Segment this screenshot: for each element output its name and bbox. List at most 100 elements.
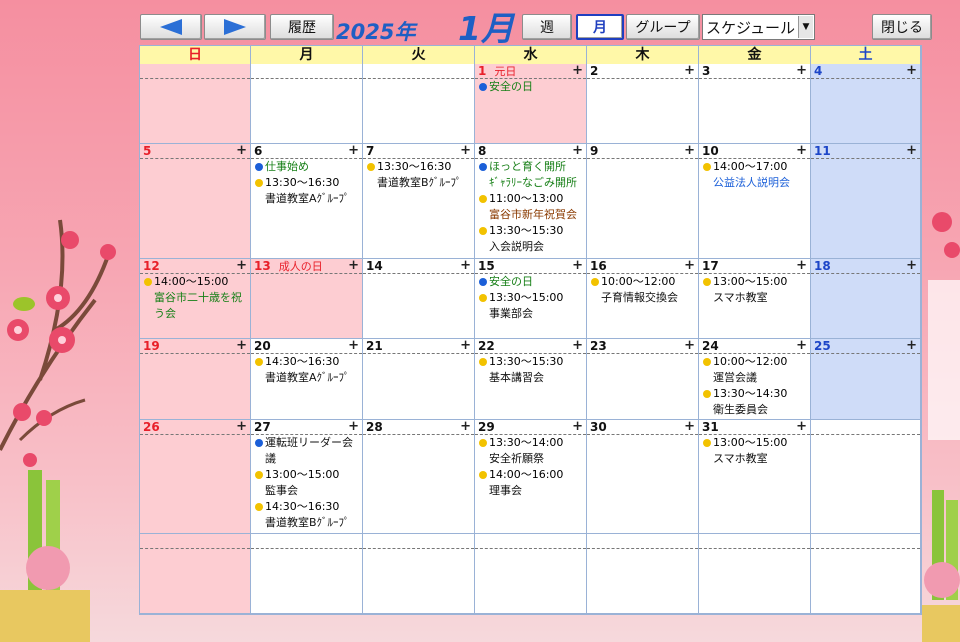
add-event-icon[interactable]: + xyxy=(796,420,807,434)
day-cell[interactable]: 28 + xyxy=(363,420,475,534)
event-title[interactable]: スマホ教室 xyxy=(699,290,810,306)
add-event-icon[interactable]: + xyxy=(796,144,807,158)
schedule-event[interactable]: 安全の日 xyxy=(475,79,586,95)
event-title[interactable]: 運営会議 xyxy=(699,370,810,386)
week-view-button[interactable]: 週 xyxy=(522,14,572,40)
add-event-icon[interactable]: + xyxy=(572,64,583,78)
day-cell[interactable]: 17 +13:00～15:00 スマホ教室 xyxy=(699,259,811,339)
day-cell[interactable]: 5 + xyxy=(140,144,251,259)
day-cell[interactable]: 29 +13:30～14:00 安全祈願祭 14:00～16:00 理事会 xyxy=(475,420,587,534)
schedule-event[interactable]: 運転班リーダー会議 xyxy=(251,435,362,467)
day-cell[interactable] xyxy=(475,534,587,614)
schedule-event[interactable]: 13:30～15:30 xyxy=(475,223,586,239)
day-cell[interactable] xyxy=(140,64,251,144)
schedule-event[interactable]: ｷﾞｬﾗﾘｰなごみ開所 xyxy=(475,175,586,191)
add-event-icon[interactable]: + xyxy=(906,339,917,353)
add-event-icon[interactable]: + xyxy=(906,64,917,78)
day-cell[interactable]: 24 +10:00～12:00 運営会議 13:30～14:30 衛生委員会 xyxy=(699,339,811,420)
add-event-icon[interactable]: + xyxy=(460,144,471,158)
event-title[interactable]: 衛生委員会 xyxy=(699,402,810,418)
day-cell[interactable] xyxy=(811,534,921,614)
schedule-event[interactable]: 14:30～16:30 xyxy=(251,354,362,370)
add-event-icon[interactable]: + xyxy=(572,259,583,273)
add-event-icon[interactable]: + xyxy=(684,144,695,158)
add-event-icon[interactable]: + xyxy=(348,144,359,158)
add-event-icon[interactable]: + xyxy=(572,339,583,353)
add-event-icon[interactable]: + xyxy=(796,339,807,353)
schedule-event[interactable]: 13:30～15:00 xyxy=(475,290,586,306)
event-title[interactable]: 書道教室Bｸﾞﾙｰﾌﾟ xyxy=(363,175,474,191)
day-cell[interactable]: 30 + xyxy=(587,420,699,534)
prev-month-button[interactable] xyxy=(140,14,202,40)
event-title[interactable]: 安全祈願祭 xyxy=(475,451,586,467)
schedule-event[interactable]: 13:00～15:00 xyxy=(699,435,810,451)
day-cell[interactable]: 11 + xyxy=(811,144,921,259)
schedule-event[interactable]: 13:00～15:00 xyxy=(699,274,810,290)
add-event-icon[interactable]: + xyxy=(684,420,695,434)
schedule-event[interactable]: 10:00～12:00 xyxy=(699,354,810,370)
add-event-icon[interactable]: + xyxy=(348,259,359,273)
day-cell[interactable]: 19 + xyxy=(140,339,251,420)
schedule-event[interactable]: 13:30～16:30 xyxy=(363,159,474,175)
add-event-icon[interactable]: + xyxy=(796,259,807,273)
add-event-icon[interactable]: + xyxy=(684,339,695,353)
day-cell[interactable]: 1 元日 + 安全の日 xyxy=(475,64,587,144)
day-cell[interactable] xyxy=(587,534,699,614)
event-title[interactable]: 監事会 xyxy=(251,483,362,499)
schedule-event[interactable]: 10:00～12:00 xyxy=(587,274,698,290)
day-cell[interactable]: 23 + xyxy=(587,339,699,420)
close-button[interactable]: 閉じる xyxy=(872,14,932,40)
schedule-event[interactable]: 11:00～13:00 xyxy=(475,191,586,207)
day-cell[interactable]: 2 + xyxy=(587,64,699,144)
schedule-event[interactable]: 13:30～15:30 xyxy=(475,354,586,370)
day-cell[interactable]: 12 +14:00～15:00 富谷市二十歳を祝う会 xyxy=(140,259,251,339)
history-button[interactable]: 履歴 xyxy=(270,14,334,40)
schedule-event[interactable]: 安全の日 xyxy=(475,274,586,290)
schedule-event[interactable]: ほっと育く開所 xyxy=(475,159,586,175)
day-cell[interactable] xyxy=(699,534,811,614)
event-title[interactable]: 事業部会 xyxy=(475,306,586,322)
add-event-icon[interactable]: + xyxy=(236,259,247,273)
event-title[interactable]: 公益法人説明会 xyxy=(699,175,810,191)
day-cell[interactable]: 25 + xyxy=(811,339,921,420)
day-cell[interactable]: 7 +13:30～16:30 書道教室Bｸﾞﾙｰﾌﾟ xyxy=(363,144,475,259)
day-cell[interactable]: 15 + 安全の日 13:30～15:00 事業部会 xyxy=(475,259,587,339)
day-cell[interactable] xyxy=(251,64,363,144)
day-cell[interactable]: 8 + ほっと育く開所 ｷﾞｬﾗﾘｰなごみ開所 11:00～13:00 富谷市新年祝賀会 1… xyxy=(475,144,587,259)
event-title[interactable]: 書道教室Aｸﾞﾙｰﾌﾟ xyxy=(251,370,362,386)
add-event-icon[interactable]: + xyxy=(906,259,917,273)
day-cell[interactable] xyxy=(811,420,921,534)
event-title[interactable]: 入会説明会 xyxy=(475,239,586,255)
event-title[interactable]: 富谷市新年祝賀会 xyxy=(475,207,586,223)
next-month-button[interactable] xyxy=(204,14,266,40)
month-view-button[interactable]: 月 xyxy=(576,14,624,40)
add-event-icon[interactable]: + xyxy=(684,259,695,273)
schedule-event[interactable]: 14:00～16:00 xyxy=(475,467,586,483)
schedule-event[interactable]: 14:00～17:00 xyxy=(699,159,810,175)
schedule-select[interactable]: スケジュール ▼ xyxy=(702,14,815,40)
day-cell[interactable] xyxy=(251,534,363,614)
day-cell[interactable] xyxy=(363,64,475,144)
schedule-event[interactable]: 仕事始め xyxy=(251,159,362,175)
add-event-icon[interactable]: + xyxy=(236,420,247,434)
add-event-icon[interactable]: + xyxy=(460,339,471,353)
add-event-icon[interactable]: + xyxy=(572,420,583,434)
day-cell[interactable]: 22 +13:30～15:30 基本講習会 xyxy=(475,339,587,420)
day-cell[interactable]: 18 + xyxy=(811,259,921,339)
add-event-icon[interactable]: + xyxy=(460,259,471,273)
schedule-event[interactable]: 14:30～16:30 xyxy=(251,499,362,515)
day-cell[interactable]: 4 + xyxy=(811,64,921,144)
add-event-icon[interactable]: + xyxy=(796,64,807,78)
day-cell[interactable]: 3 + xyxy=(699,64,811,144)
event-title[interactable]: 基本講習会 xyxy=(475,370,586,386)
schedule-event[interactable]: 13:30～14:30 xyxy=(699,386,810,402)
add-event-icon[interactable]: + xyxy=(684,64,695,78)
schedule-event[interactable]: 14:00～15:00 xyxy=(140,274,250,290)
event-title[interactable]: 子育情報交換会 xyxy=(587,290,698,306)
event-title[interactable]: 書道教室Aｸﾞﾙｰﾌﾟ xyxy=(251,191,362,207)
day-cell[interactable]: 21 + xyxy=(363,339,475,420)
day-cell[interactable]: 14 + xyxy=(363,259,475,339)
add-event-icon[interactable]: + xyxy=(572,144,583,158)
event-title[interactable]: 書道教室Bｸﾞﾙｰﾌﾟ xyxy=(251,515,362,531)
day-cell[interactable]: 27 + 運転班リーダー会議 13:00～15:00 監事会 14:30～16:30 書道教… xyxy=(251,420,363,534)
